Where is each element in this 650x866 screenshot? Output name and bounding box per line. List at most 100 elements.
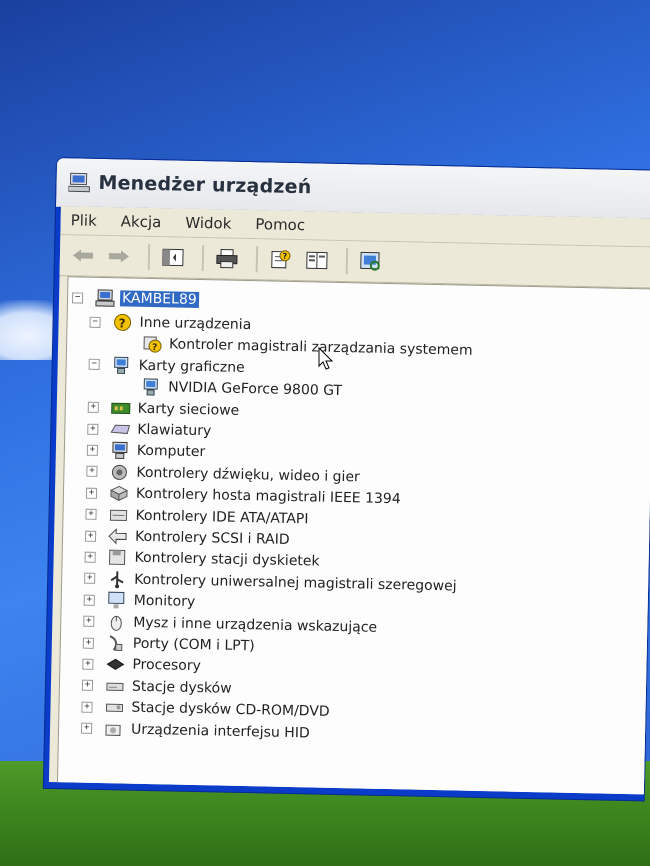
monitor-icon: [107, 591, 127, 609]
menu-file[interactable]: Plik: [71, 211, 97, 230]
menu-help[interactable]: Pomoc: [255, 215, 305, 234]
collapse-toggle[interactable]: −: [89, 316, 101, 328]
expand-toggle[interactable]: +: [81, 679, 94, 692]
cdrom-icon: [104, 698, 124, 716]
view-icon[interactable]: [302, 247, 333, 274]
expand-toggle[interactable]: +: [87, 423, 99, 435]
expand-toggle[interactable]: +: [85, 487, 98, 499]
print-icon[interactable]: [212, 245, 243, 272]
svg-text:?: ?: [282, 252, 287, 261]
unknown-device-icon: ?: [112, 313, 132, 331]
tree-item-label[interactable]: Kontrolery uniwersalnej magistrali szere…: [132, 571, 459, 595]
window-title: Menedżer urządzeń: [98, 171, 312, 199]
collapse-toggle[interactable]: −: [88, 359, 100, 371]
tree-item-label[interactable]: Kontrolery dźwięku, wideo i gier: [134, 464, 362, 486]
tree-item-label[interactable]: Mysz i inne urządzenia wskazujące: [131, 614, 379, 635]
device-manager-app-icon: [68, 172, 90, 193]
tree-category[interactable]: − Karty graficzne: [88, 355, 246, 378]
disk-drive-icon: [105, 677, 125, 695]
tree-item-label[interactable]: Inne urządzenia: [137, 315, 253, 333]
tree-item-label[interactable]: Monitory: [132, 593, 198, 610]
tree-category[interactable]: + Stacje dysków: [81, 675, 234, 698]
tree-category[interactable]: + Kontrolery IDE ATA/ATAPI: [85, 504, 310, 529]
tree-item-label[interactable]: Stacje dysków CD-ROM/DVD: [129, 700, 331, 720]
display-adapter-icon: [141, 378, 161, 396]
network-card-icon: [111, 399, 131, 417]
forward-arrow-icon[interactable]: [104, 243, 135, 270]
expand-toggle[interactable]: +: [86, 444, 99, 456]
mouse-cursor-icon: [318, 347, 334, 370]
tree-item-label[interactable]: Karty graficzne: [137, 358, 247, 376]
tree-item-label[interactable]: Stacje dysków: [130, 678, 234, 696]
ieee1394-icon: [109, 484, 129, 502]
hid-icon: [104, 720, 124, 738]
tree-item-label[interactable]: Porty (COM i LPT): [131, 636, 257, 655]
tree-category[interactable]: + Porty (COM i LPT): [82, 633, 257, 657]
expand-toggle[interactable]: +: [81, 701, 93, 713]
expand-toggle[interactable]: +: [87, 401, 99, 414]
device-manager-window[interactable]: Menedżer urządzeń Plik Akcja Widok Pomoc: [43, 158, 650, 801]
scsi-icon: [108, 527, 128, 545]
tree-item-label[interactable]: Kontrolery stacji dyskietek: [132, 550, 321, 570]
expand-toggle[interactable]: +: [86, 465, 98, 478]
tree-item-label[interactable]: Urządzenia interfejsu HID: [129, 721, 312, 741]
tree-category[interactable]: −? Inne urządzenia: [89, 312, 253, 335]
toolbar-separator: [345, 248, 349, 275]
processor-icon: [105, 656, 125, 674]
keyboard-icon: [110, 420, 131, 438]
floppy-controller-icon: [107, 549, 127, 567]
expand-toggle[interactable]: +: [85, 508, 97, 520]
sound-icon: [109, 463, 129, 481]
back-arrow-icon[interactable]: [68, 242, 99, 269]
device-tree[interactable]: − KAMBEL89 −? Inne urządzenia? Kontroler m…: [56, 276, 650, 795]
warning-device-icon: ?: [142, 335, 162, 354]
tree-item-label[interactable]: Procesory: [130, 657, 203, 675]
display-adapter-icon: [111, 356, 131, 374]
tree-device[interactable]: NVIDIA GeForce 9800 GT: [126, 377, 344, 402]
ide-controller-icon: [108, 506, 128, 524]
svg-text:?: ?: [152, 343, 157, 353]
window-body: Plik Akcja Widok Pomoc ? − KAMBEL89 − ? …: [48, 206, 650, 795]
tree-item-label[interactable]: Kontrolery IDE ATA/ATAPI: [133, 507, 310, 527]
tree-category[interactable]: + Monitory: [83, 590, 198, 612]
expand-toggle[interactable]: +: [83, 615, 95, 627]
menu-action[interactable]: Akcja: [121, 212, 162, 231]
expand-toggle[interactable]: +: [84, 530, 97, 542]
tree-category[interactable]: + Urządzenia interfejsu HID: [80, 718, 312, 743]
usb-icon: [107, 570, 127, 589]
svg-text:?: ?: [118, 316, 125, 330]
tree-item-label[interactable]: Kontrolery hosta magistrali IEEE 1394: [134, 486, 403, 508]
menu-view[interactable]: Widok: [185, 214, 231, 233]
tree-item-label[interactable]: Kontrolery SCSI i RAID: [133, 529, 292, 548]
show-hide-tree-icon[interactable]: [158, 244, 189, 271]
tree-category[interactable]: + Klawiatury: [87, 419, 213, 442]
mouse-icon: [106, 613, 126, 631]
tree-item-label[interactable]: Komputer: [135, 443, 208, 461]
tree-category[interactable]: + Procesory: [82, 654, 203, 677]
toolbar-separator: [201, 245, 205, 272]
tree-item-label[interactable]: Karty sieciowe: [136, 400, 242, 418]
toolbar-separator: [255, 246, 259, 273]
computer-icon: [95, 289, 115, 307]
expand-toggle[interactable]: +: [80, 722, 93, 734]
tree-category[interactable]: + Karty sieciowe: [87, 397, 242, 420]
expand-toggle[interactable]: +: [83, 594, 95, 606]
expand-toggle[interactable]: +: [82, 658, 94, 670]
computer-icon: [110, 442, 130, 460]
tree-category[interactable]: + Komputer: [86, 440, 208, 463]
expand-toggle[interactable]: +: [82, 637, 94, 649]
toolbar-separator: [147, 243, 151, 270]
help-properties-icon[interactable]: ?: [266, 246, 297, 273]
expand-toggle[interactable]: +: [84, 551, 96, 563]
collapse-toggle[interactable]: −: [71, 291, 84, 304]
tree-category[interactable]: + Kontrolery SCSI i RAID: [84, 526, 292, 550]
tree-item-label[interactable]: NVIDIA GeForce 9800 GT: [166, 380, 344, 400]
tree-root-label[interactable]: KAMBEL89: [119, 290, 199, 308]
tree-item-label[interactable]: Klawiatury: [135, 422, 213, 440]
scan-hardware-icon[interactable]: [356, 248, 387, 275]
tree-root[interactable]: − KAMBEL89: [71, 287, 199, 310]
port-icon: [106, 634, 126, 652]
expand-toggle[interactable]: +: [84, 572, 96, 585]
